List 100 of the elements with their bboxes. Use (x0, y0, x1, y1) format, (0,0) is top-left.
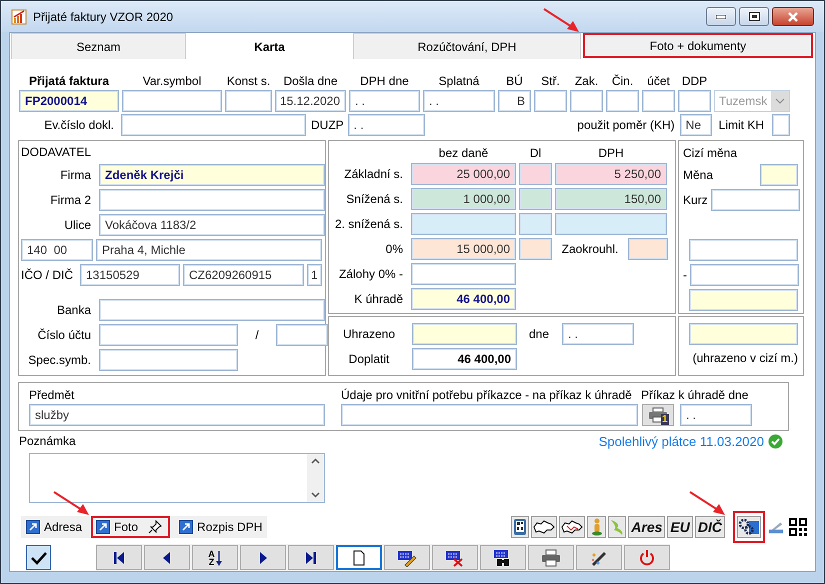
link-button[interactable]: Adresa (21, 516, 88, 538)
lookup-button[interactable]: DIČ (694, 516, 725, 538)
print-button[interactable] (528, 545, 574, 570)
text-field[interactable] (772, 114, 790, 136)
tab[interactable]: Rozúčtování, DPH (353, 33, 581, 59)
country-outline-icon (533, 520, 556, 534)
text-field[interactable] (690, 264, 799, 286)
text-field[interactable] (276, 324, 328, 346)
first-button[interactable] (96, 545, 142, 570)
text-field[interactable] (341, 404, 638, 426)
text-field[interactable] (689, 323, 798, 345)
text-field[interactable] (121, 114, 306, 136)
new-button[interactable] (336, 545, 382, 570)
section-title: DODAVATEL (21, 145, 92, 159)
text-field[interactable] (689, 239, 798, 261)
text-field[interactable] (411, 213, 516, 235)
text-field[interactable] (99, 349, 238, 371)
field-label: Číslo účtu (36, 328, 92, 342)
text-field[interactable] (225, 90, 272, 112)
text-field[interactable] (760, 164, 798, 186)
link-button[interactable]: Foto (91, 516, 170, 538)
maximize-button[interactable] (739, 7, 769, 26)
text-field[interactable]: CZ6209260915 (183, 264, 304, 286)
print-order-button[interactable]: 1 (642, 404, 674, 426)
note-field[interactable] (29, 453, 325, 503)
find-button[interactable] (480, 545, 526, 570)
shortcut-icon (96, 520, 110, 534)
field-label: Předmět (29, 388, 76, 402)
gears-document-button[interactable] (737, 516, 761, 538)
text-field[interactable] (534, 90, 567, 112)
text-field[interactable]: . . (680, 404, 752, 426)
route-map-button[interactable] (559, 516, 586, 538)
text-field[interactable]: FP2000014 (19, 90, 119, 112)
text-field[interactable] (555, 213, 667, 235)
text-field[interactable] (412, 323, 517, 345)
scrollbar[interactable] (307, 454, 324, 502)
edit-button[interactable] (384, 545, 430, 570)
tab[interactable]: Seznam (11, 33, 186, 59)
text-field[interactable]: 1 (307, 264, 322, 286)
text-field[interactable]: . . (562, 323, 634, 345)
scroll-down-icon (311, 492, 320, 498)
text-field[interactable]: . . (348, 114, 425, 136)
text-field[interactable]: Zdeněk Krejči (99, 164, 325, 186)
text-field[interactable] (411, 263, 516, 285)
qr-payment-button[interactable] (511, 516, 530, 538)
text-field[interactable]: 1 000,00 (411, 188, 516, 210)
map-button[interactable] (531, 516, 558, 538)
lookup-button[interactable]: EU (667, 516, 693, 538)
text-field[interactable] (689, 289, 798, 311)
delete-button[interactable] (432, 545, 478, 570)
text-field[interactable]: 150,00 (555, 188, 667, 210)
lookup-button[interactable]: Ares (628, 516, 666, 538)
sort-button[interactable]: A Z (192, 545, 238, 570)
register-button[interactable] (608, 516, 626, 538)
text-field[interactable] (99, 299, 325, 321)
tools-button[interactable] (576, 545, 622, 570)
confirm-button[interactable] (26, 545, 51, 570)
text-field[interactable]: 46 400,00 (411, 288, 516, 310)
text-field[interactable]: Ne (680, 114, 712, 136)
text-field[interactable] (99, 324, 238, 346)
text-field[interactable]: Praha 4, Michle (96, 239, 322, 261)
text-field[interactable] (519, 163, 552, 185)
close-button[interactable] (772, 7, 814, 26)
field-label: Splatná (438, 74, 480, 88)
text-field[interactable]: 5 250,00 (555, 163, 667, 185)
text-field[interactable] (519, 213, 552, 235)
text-field[interactable]: 25 000,00 (411, 163, 516, 185)
text-field[interactable]: 15 000,00 (411, 238, 516, 260)
text-field[interactable] (710, 189, 800, 211)
text-field[interactable] (628, 238, 668, 260)
text-field[interactable]: . . (349, 90, 420, 112)
tab[interactable]: Foto + dokumenty (583, 33, 813, 58)
text-field[interactable]: . . (423, 90, 495, 112)
text-field[interactable] (678, 90, 711, 112)
text-field[interactable] (642, 90, 675, 112)
text-field[interactable]: 46 400,00 (412, 348, 517, 370)
person-button[interactable] (587, 516, 606, 538)
shortcut-icon (26, 520, 40, 534)
text-field[interactable]: Vokáčova 1183/2 (99, 214, 325, 236)
qr-code-button[interactable] (787, 516, 809, 538)
text-field[interactable] (519, 188, 552, 210)
text-field[interactable]: 13150529 (80, 264, 180, 286)
previous-button[interactable] (144, 545, 190, 570)
text-field[interactable]: 140 00 (21, 239, 93, 261)
text-field[interactable] (606, 90, 639, 112)
text-field[interactable]: B (498, 90, 531, 112)
text-field[interactable] (99, 189, 325, 211)
link-button[interactable]: Rozpis DPH (174, 516, 268, 538)
minimize-button[interactable] (706, 7, 736, 26)
maximize-icon (748, 12, 760, 21)
text-field[interactable] (519, 238, 552, 260)
reliable-payer-status: Spolehlivý plátce 11.03.2020 (598, 434, 764, 449)
last-button[interactable] (288, 545, 334, 570)
next-icon (258, 550, 268, 564)
close-form-button[interactable] (624, 545, 670, 570)
text-field[interactable] (570, 90, 603, 112)
text-field[interactable] (122, 90, 222, 112)
text-field[interactable]: služby (29, 404, 325, 426)
next-button[interactable] (240, 545, 286, 570)
text-field[interactable]: 15.12.2020 (275, 90, 346, 112)
